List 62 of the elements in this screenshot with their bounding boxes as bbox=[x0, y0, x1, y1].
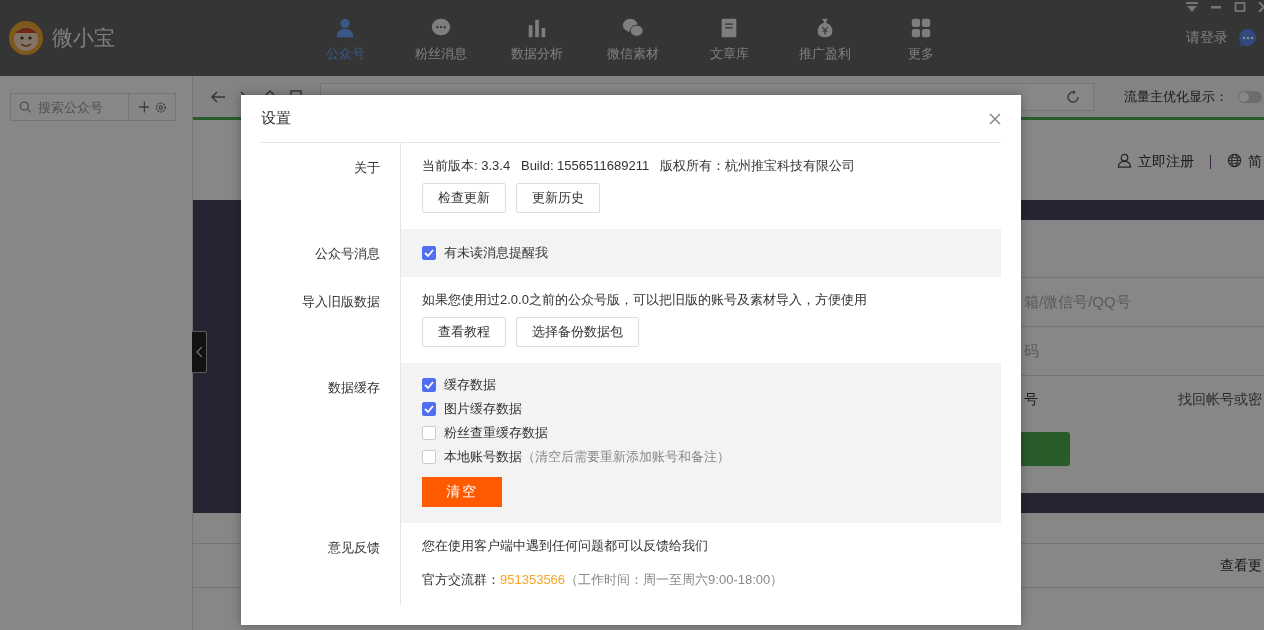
section-label: 意见反馈 bbox=[328, 540, 380, 555]
chevron-left-icon bbox=[195, 346, 203, 358]
nav-tab[interactable]: 粉丝消息 bbox=[393, 13, 489, 63]
monkey-logo-icon bbox=[8, 20, 44, 56]
person-icon bbox=[1117, 153, 1132, 168]
globe-icon[interactable] bbox=[1227, 153, 1242, 168]
grid-icon bbox=[910, 17, 932, 39]
clear-button[interactable]: 清空 bbox=[422, 477, 502, 507]
nav-tab[interactable]: 更多 bbox=[873, 13, 969, 63]
traffic-toggle-label: 流量主优化显示： bbox=[1124, 87, 1228, 106]
work-hours-note: （工作时间：周一至周六9:00-18:00） bbox=[565, 572, 784, 587]
checkbox-label: 有未读消息提醒我 bbox=[444, 244, 548, 262]
outline-button[interactable]: 更新历史 bbox=[516, 183, 600, 213]
section-label: 数据缓存 bbox=[328, 380, 380, 395]
search-icon bbox=[19, 100, 32, 114]
toggle-switch[interactable] bbox=[1238, 90, 1262, 103]
bar-chart-icon bbox=[526, 17, 548, 39]
outline-button[interactable]: 选择备份数据包 bbox=[516, 317, 639, 347]
plus-icon[interactable] bbox=[138, 101, 150, 113]
register-link[interactable]: 立即注册 bbox=[1138, 153, 1194, 171]
remember-label: 号 bbox=[1024, 391, 1038, 409]
nav-tab[interactable]: 推广盈利 bbox=[777, 13, 873, 63]
person-icon bbox=[334, 17, 356, 39]
back-arrow-icon[interactable] bbox=[210, 88, 226, 105]
dialog-title: 设置 bbox=[261, 109, 291, 128]
language-link[interactable]: 简 bbox=[1248, 153, 1262, 171]
chat-bubble-icon[interactable] bbox=[1238, 28, 1258, 48]
section-text: 当前版本: 3.3.4 Build: 1556511689211 版权所有：杭州推宝科技有限公司 bbox=[422, 157, 856, 175]
contact-label: 官方交流群： bbox=[422, 572, 500, 587]
group-number: 951353566 bbox=[500, 572, 566, 587]
checkbox-label: 粉丝查重缓存数据 bbox=[444, 424, 548, 442]
checkbox[interactable] bbox=[422, 450, 436, 464]
app-name: 微小宝 bbox=[52, 25, 115, 51]
reload-icon[interactable] bbox=[1065, 88, 1081, 105]
section-label: 公众号消息 bbox=[315, 246, 380, 261]
checkbox-label: 图片缓存数据 bbox=[444, 400, 522, 418]
dropdown-icon[interactable] bbox=[1186, 2, 1198, 12]
checkbox[interactable] bbox=[422, 378, 436, 392]
checkbox[interactable] bbox=[422, 402, 436, 416]
chat-bubbles-icon bbox=[622, 17, 644, 39]
section-label: 关于 bbox=[354, 160, 380, 175]
settings-icon[interactable] bbox=[155, 100, 167, 114]
section-label: 导入旧版数据 bbox=[302, 294, 380, 309]
checkbox-label: 缓存数据 bbox=[444, 376, 496, 394]
checkbox-note: （清空后需要重新添加账号和备注） bbox=[522, 448, 730, 466]
close-icon[interactable] bbox=[989, 112, 1001, 125]
section-text: 您在使用客户端中遇到任何问题都可以反馈给我们 bbox=[422, 537, 709, 555]
maximize-icon[interactable] bbox=[1234, 2, 1246, 12]
checkbox[interactable] bbox=[422, 246, 436, 260]
nav-tab[interactable]: 文章库 bbox=[681, 13, 777, 63]
checkbox-label: 本地账号数据 bbox=[444, 448, 522, 466]
recover-link[interactable]: 找回帐号或密 bbox=[1178, 391, 1262, 409]
outline-button[interactable]: 检查更新 bbox=[422, 183, 506, 213]
login-link[interactable]: 请登录 bbox=[1186, 29, 1228, 47]
nav-tab[interactable]: 微信素材 bbox=[585, 13, 681, 63]
section-text: 如果您使用过2.0.0之前的公众号版，可以把旧版的账号及素材导入，方便使用 bbox=[422, 291, 868, 309]
collapse-tab[interactable] bbox=[192, 331, 207, 373]
nav-tab[interactable]: 数据分析 bbox=[489, 13, 585, 63]
nav-tab[interactable]: 公众号 bbox=[297, 13, 393, 63]
checkbox[interactable] bbox=[422, 426, 436, 440]
outline-button[interactable]: 查看教程 bbox=[422, 317, 506, 347]
more-link[interactable]: 查看更 bbox=[1220, 556, 1262, 575]
